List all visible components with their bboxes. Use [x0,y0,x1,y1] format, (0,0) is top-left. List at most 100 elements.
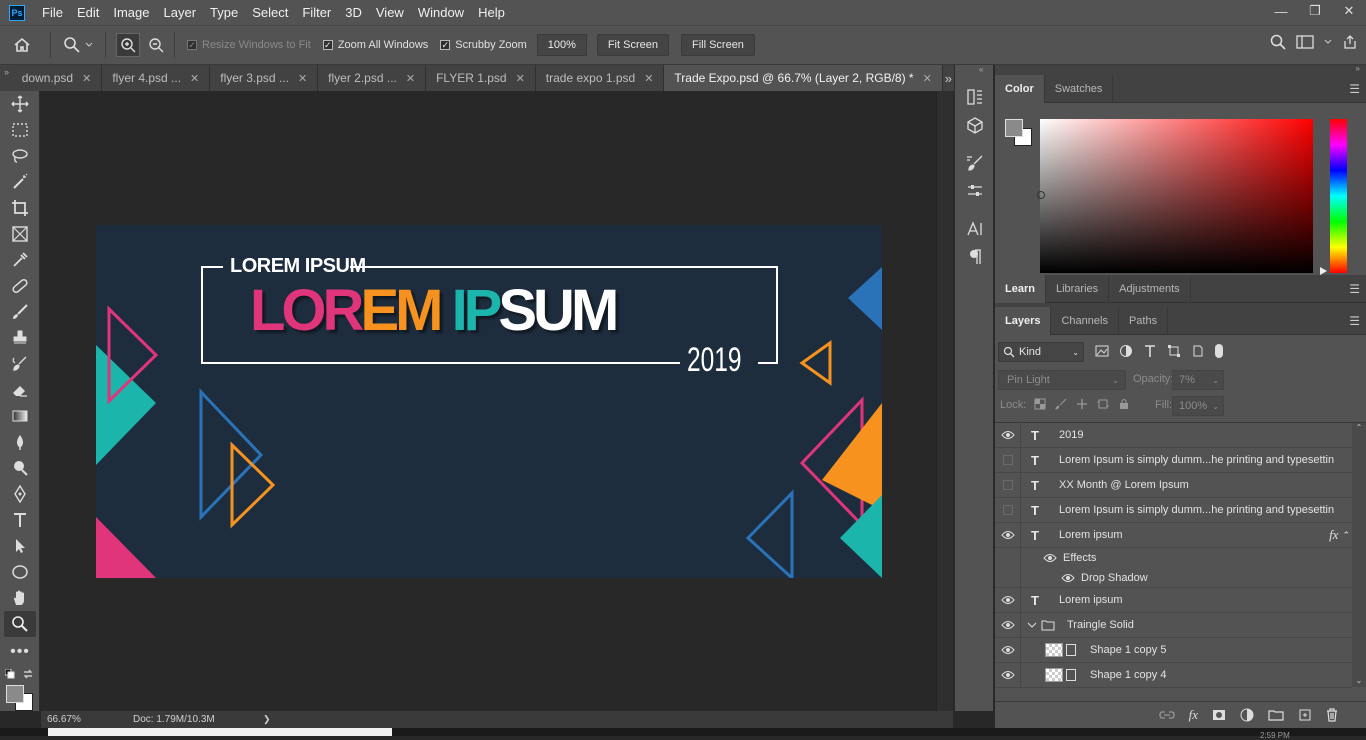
smart-object-filter-icon[interactable] [1191,344,1205,358]
tab-libraries[interactable]: Libraries [1046,274,1110,303]
fill-screen-button[interactable]: Fill Screen [680,34,755,56]
chevron-down-icon[interactable] [1027,621,1037,629]
frame-tool[interactable] [0,221,40,247]
type-tool[interactable] [0,507,40,533]
filter-toggle[interactable] [1215,344,1223,358]
panel-menu-icon[interactable]: ☰ [1349,314,1360,328]
character-icon[interactable] [955,215,995,243]
eye-icon[interactable] [995,587,1021,613]
ellipse-tool[interactable] [0,559,40,585]
tab-overflow-icon[interactable]: » [943,65,954,91]
tab-adjustments[interactable]: Adjustments [1109,274,1191,303]
move-tool[interactable] [0,91,40,117]
blur-tool[interactable] [0,429,40,455]
menu-select[interactable]: Select [245,5,295,20]
fx-icon[interactable]: fx [1189,707,1198,723]
fg-color-chip[interactable] [1005,119,1023,137]
hue-slider[interactable] [1330,119,1347,273]
canvas-scrollbar[interactable] [936,91,953,711]
lock-artboard-icon[interactable] [1097,398,1109,410]
collapse-icon[interactable]: « [955,65,993,77]
history-brush-tool[interactable] [0,351,40,377]
layer-row[interactable]: Shape 1 copy 4 [995,662,1352,688]
tab-flyer3[interactable]: flyer 3.psd ... ✕ [210,65,319,91]
visibility-toggle[interactable] [995,497,1021,523]
zoom-tool[interactable] [4,611,36,637]
new-layer-icon[interactable] [1298,708,1312,722]
default-colors-icon[interactable] [5,669,15,679]
3d-icon[interactable] [955,111,995,139]
visibility-toggle[interactable] [995,447,1021,473]
link-icon[interactable] [1158,710,1175,720]
pen-tool[interactable] [0,481,40,507]
tab-paths[interactable]: Paths [1119,306,1169,335]
share-icon[interactable] [1342,34,1358,50]
fill-field[interactable]: 100% ⌄ [1172,396,1224,416]
crop-tool[interactable] [0,195,40,221]
foreground-color-swatch[interactable] [6,685,24,703]
path-selection-tool[interactable] [0,533,40,559]
eye-icon[interactable] [995,422,1021,448]
color-field[interactable] [1037,119,1313,273]
visibility-toggle[interactable] [995,472,1021,498]
new-group-icon[interactable] [1268,709,1284,721]
clone-stamp-tool[interactable] [0,325,40,351]
effect-row[interactable]: Drop Shadow [995,567,1352,588]
kind-filter-select[interactable]: Kind ⌄ [998,342,1084,362]
panel-menu-icon[interactable]: ☰ [1349,82,1360,96]
adjust-icon[interactable] [955,177,995,205]
eye-icon[interactable] [995,662,1021,688]
hand-tool[interactable] [0,585,40,611]
close-icon[interactable]: ✕ [82,72,91,85]
lock-transparent-icon[interactable] [1034,398,1046,410]
zoom-in-button[interactable] [116,33,140,57]
tab-flyer1[interactable]: FLYER 1.psd ✕ [426,65,536,91]
lasso-tool[interactable] [0,143,40,169]
eraser-tool[interactable] [0,377,40,403]
menu-view[interactable]: View [369,5,411,20]
layer-row[interactable]: Shape 1 copy 5 [995,637,1352,663]
tab-layers[interactable]: Layers [995,306,1052,335]
tab-swatches[interactable]: Swatches [1045,74,1114,103]
healing-brush-tool[interactable] [0,273,40,299]
layer-row[interactable]: T XX Month @ Lorem Ipsum [995,472,1352,498]
collapse-arrows-icon[interactable]: » [0,65,22,91]
tab-flyer2[interactable]: flyer 2.psd ... ✕ [318,65,427,91]
fx-icon[interactable]: fx [1329,527,1338,543]
menu-type[interactable]: Type [203,5,245,20]
type-filter-icon[interactable] [1143,344,1157,358]
brush-settings-icon[interactable] [955,149,995,177]
close-button[interactable]: ✕ [1332,0,1366,22]
collapse-panels-icon[interactable]: » [1356,64,1360,73]
adjustment-layer-icon[interactable] [1240,708,1254,722]
dodge-tool[interactable] [0,455,40,481]
marquee-tool[interactable] [0,117,40,143]
menu-file[interactable]: File [35,5,70,20]
magic-wand-tool[interactable] [0,169,40,195]
more-tools-button[interactable]: ••• [0,639,40,665]
zoom-level[interactable]: 66.67% [47,714,111,725]
workspace-icon[interactable] [1296,34,1314,50]
menu-edit[interactable]: Edit [70,5,106,20]
brush-tool[interactable] [0,299,40,325]
trash-icon[interactable] [1326,708,1338,722]
status-menu-icon[interactable]: ❯ [263,714,271,725]
layer-row[interactable]: T Lorem Ipsum is simply dumm...he printi… [995,447,1352,473]
opacity-field[interactable]: 7% ⌄ [1172,370,1224,390]
layers-scrollbar[interactable]: ⌃ ⌄ [1352,423,1366,687]
eye-icon[interactable] [995,637,1021,663]
lock-position-icon[interactable] [1076,398,1088,410]
eye-icon[interactable] [995,612,1021,638]
menu-image[interactable]: Image [106,5,156,20]
lock-all-icon[interactable] [1118,398,1130,410]
eye-icon[interactable] [1043,553,1057,563]
menu-help[interactable]: Help [471,5,512,20]
restore-button[interactable]: ❐ [1298,0,1332,22]
lock-pixels-icon[interactable] [1055,398,1067,410]
home-icon[interactable] [0,36,44,54]
eyedropper-tool[interactable] [0,247,40,273]
resize-windows-checkbox[interactable]: ✓ Resize Windows to Fit [187,39,311,51]
layer-row[interactable]: T Lorem Ipsum is simply dumm...he printi… [995,497,1352,523]
paragraph-icon[interactable] [955,243,995,271]
tab-flyer4[interactable]: flyer 4.psd ... ✕ [102,65,211,91]
